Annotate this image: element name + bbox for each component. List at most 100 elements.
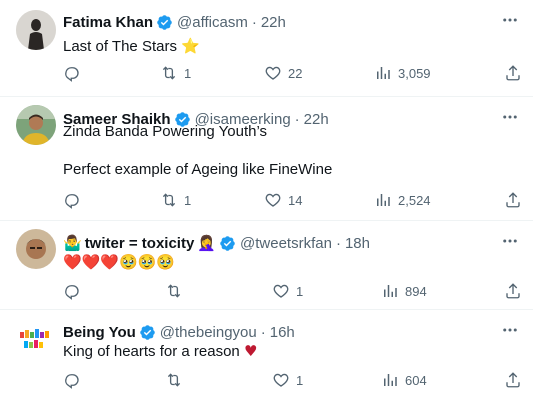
views-icon (377, 67, 390, 79)
reply-icon (65, 374, 79, 389)
like-icon (265, 193, 281, 207)
avatar[interactable] (16, 105, 56, 145)
share-icon (506, 192, 520, 208)
retweet-icon (162, 66, 176, 80)
action-bar: 1 22 3,059 (0, 63, 533, 83)
action-bar: 1 604 (0, 370, 533, 390)
avatar[interactable] (16, 10, 56, 50)
heart-emoji: ♥ (243, 342, 258, 360)
more-icon (503, 115, 517, 119)
tweet-text-line: King of hearts for a reason (63, 343, 240, 360)
tweet-header: Fatima Khan @afficasm · 22h (63, 12, 286, 32)
retweet-icon (162, 193, 176, 207)
avatar[interactable] (16, 229, 56, 269)
share-button[interactable] (504, 63, 522, 83)
tweet-text: Last of The Stars ⭐ (63, 36, 200, 57)
like-button[interactable]: 1 (272, 370, 303, 390)
share-button[interactable] (504, 190, 522, 210)
like-icon (273, 373, 289, 387)
tweet[interactable]: Fatima Khan @afficasm · 22h Last of The … (0, 0, 533, 97)
views-icon (384, 374, 397, 386)
tweet-text-line: Last of The Stars (63, 38, 177, 55)
tweet[interactable]: Being You @thebeingyou · 16h King of hea… (0, 310, 533, 406)
views-button[interactable]: 2,524 (374, 190, 431, 210)
name-prefix-emoji: 🤷‍♂️ (63, 234, 82, 252)
separator-dot: · (260, 323, 266, 341)
share-icon (506, 65, 520, 81)
timestamp[interactable]: 22h (304, 111, 329, 128)
views-button[interactable]: 894 (381, 281, 427, 301)
verified-badge-icon (140, 324, 155, 340)
views-count: 894 (405, 283, 427, 299)
more-icon (503, 18, 517, 22)
share-icon (506, 372, 520, 388)
more-button[interactable] (499, 107, 521, 127)
tweet-header: 🤷‍♂️ twiter = toxicity 🤦‍♀️ @tweetsrkfan… (63, 233, 370, 253)
views-icon (384, 285, 397, 297)
retweet-count: 1 (184, 192, 192, 208)
views-icon (377, 194, 390, 206)
author-name[interactable]: Fatima Khan (63, 14, 153, 31)
more-icon (503, 239, 517, 243)
views-count: 2,524 (398, 192, 431, 208)
more-button[interactable] (499, 10, 521, 30)
share-icon (506, 283, 520, 299)
more-button[interactable] (499, 320, 521, 340)
action-bar: 1 894 (0, 281, 533, 301)
like-button[interactable]: 1 (272, 281, 303, 301)
views-button[interactable]: 604 (381, 370, 427, 390)
reply-icon (65, 194, 79, 209)
tweet-text-line: ❤️❤️❤️🥹🥹🥹 (63, 253, 176, 271)
retweet-button[interactable] (165, 281, 189, 301)
tweet-text-line: Perfect example of Ageing like FineWine (63, 161, 333, 178)
share-button[interactable] (504, 370, 522, 390)
like-button[interactable]: 14 (264, 190, 302, 210)
like-icon (273, 284, 289, 298)
retweet-count: 1 (184, 65, 192, 81)
reply-button[interactable] (63, 190, 87, 210)
colorful-text-logo-avatar-icon (16, 320, 56, 360)
retweet-button[interactable]: 1 (160, 63, 191, 83)
reply-icon (65, 67, 79, 82)
retweet-button[interactable]: 1 (160, 190, 191, 210)
like-icon (265, 66, 281, 80)
retweet-icon (167, 284, 181, 298)
timestamp[interactable]: 18h (345, 235, 370, 252)
reply-button[interactable] (63, 281, 87, 301)
more-button[interactable] (499, 231, 521, 251)
separator-dot: · (294, 110, 300, 128)
author-handle[interactable]: @thebeingyou (160, 324, 257, 341)
action-bar: 1 14 2,524 (0, 190, 533, 210)
verified-badge-icon (157, 14, 172, 30)
verified-badge-icon (220, 235, 235, 251)
tweet[interactable]: Sameer Shaikh @isameerking · 22h Zinda B… (0, 97, 533, 221)
views-button[interactable]: 3,059 (374, 63, 431, 83)
tweet[interactable]: 🤷‍♂️ twiter = toxicity 🤦‍♀️ @tweetsrkfan… (0, 221, 533, 310)
separator-dot: · (335, 234, 341, 252)
man-yellow-shirt-avatar-icon (16, 105, 56, 145)
views-count: 604 (405, 372, 427, 388)
author-handle[interactable]: @afficasm (177, 14, 248, 31)
man-portrait-avatar-icon (16, 229, 56, 269)
retweet-button[interactable] (165, 370, 189, 390)
like-button[interactable]: 22 (264, 63, 302, 83)
reply-icon (65, 285, 79, 300)
tweet-text: King of hearts for a reason ♥ (63, 341, 257, 362)
more-icon (503, 328, 517, 332)
reply-button[interactable] (63, 63, 87, 83)
author-handle[interactable]: @tweetsrkfan (240, 235, 332, 252)
author-name[interactable]: twiter = toxicity (85, 235, 195, 252)
dark-silhouette-avatar-icon (16, 10, 56, 50)
tweet-header: Being You @thebeingyou · 16h (63, 322, 295, 342)
timestamp[interactable]: 16h (270, 324, 295, 341)
tweet-text-line: Zinda Banda Powering Youth’s (63, 123, 268, 140)
like-count: 1 (296, 283, 304, 299)
avatar[interactable] (16, 320, 56, 360)
like-count: 1 (296, 372, 304, 388)
star-emoji: ⭐ (181, 37, 200, 55)
reply-button[interactable] (63, 370, 87, 390)
share-button[interactable] (504, 281, 522, 301)
timestamp[interactable]: 22h (261, 14, 286, 31)
author-name[interactable]: Being You (63, 324, 136, 341)
separator-dot: · (251, 13, 257, 31)
